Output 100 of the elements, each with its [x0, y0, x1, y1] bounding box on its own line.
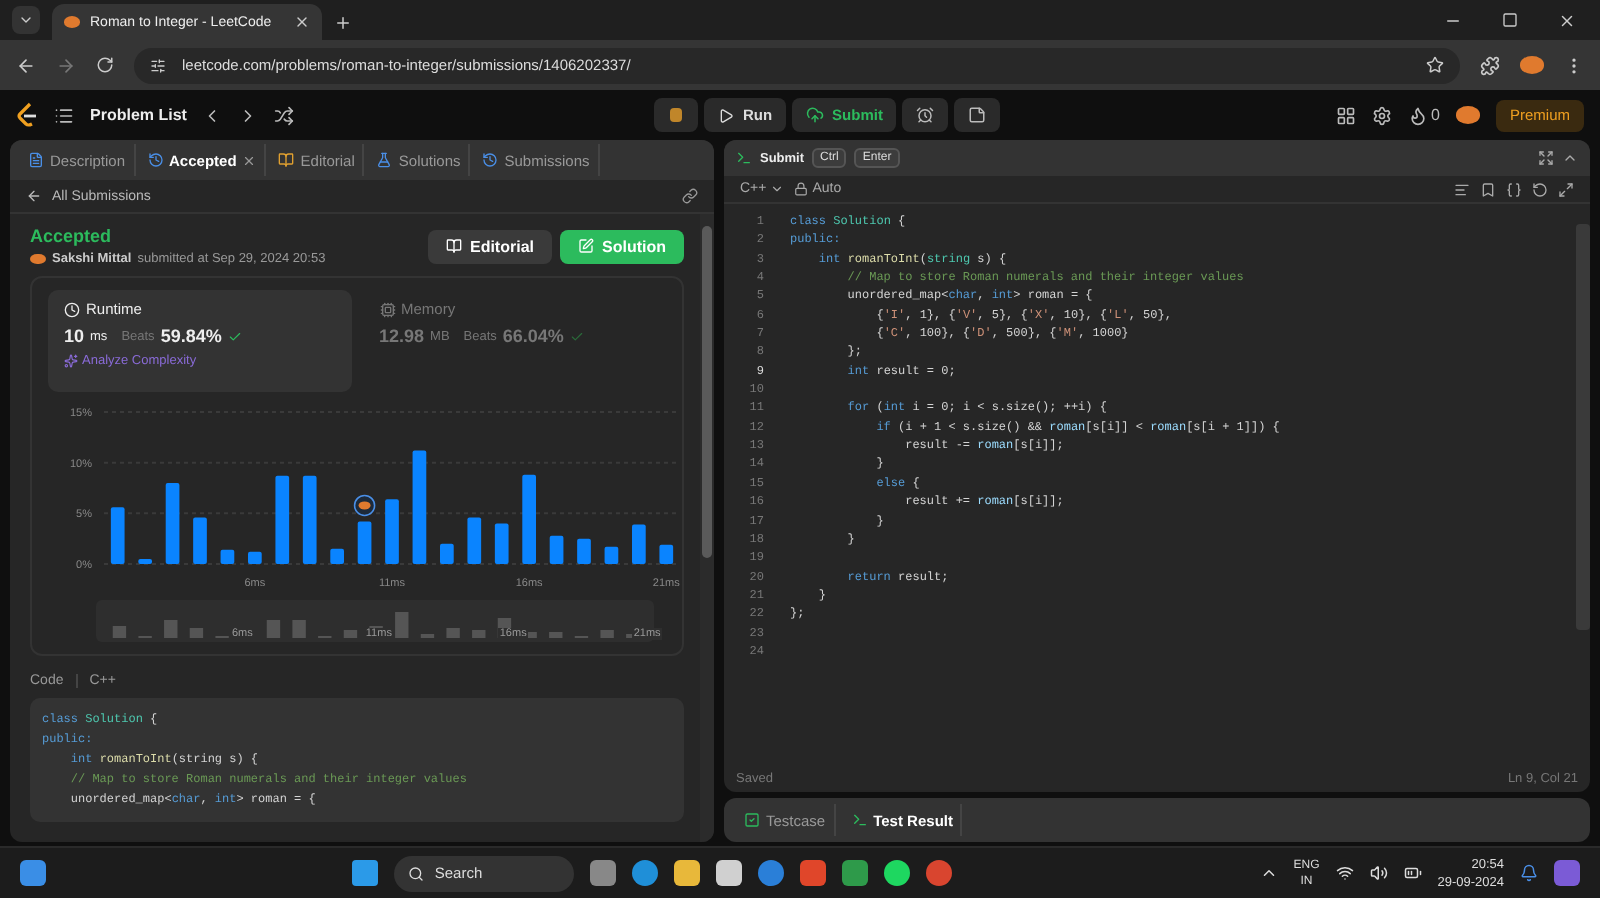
- debug-button[interactable]: [654, 98, 699, 132]
- collapse-icon[interactable]: [1562, 150, 1578, 166]
- reload-icon[interactable]: [96, 56, 114, 74]
- runtime-bar: [522, 474, 536, 564]
- checkbox-icon: [744, 812, 760, 828]
- book-icon: [445, 238, 462, 254]
- notes-button[interactable]: [954, 98, 1001, 132]
- store-icon[interactable]: [716, 860, 743, 886]
- runtime-bar: [330, 548, 344, 564]
- problem-list-link[interactable]: Problem List: [90, 106, 187, 124]
- beats-percent: 59.84%: [160, 326, 222, 346]
- help-app-icon[interactable]: [758, 860, 785, 886]
- runtime-bar: [549, 535, 564, 564]
- shield-app-icon[interactable]: [800, 860, 827, 886]
- user-avatar: [30, 253, 46, 265]
- site-settings-icon: [150, 57, 166, 73]
- chevron-down-icon: [770, 182, 785, 196]
- editorial-button[interactable]: Editorial: [427, 229, 552, 263]
- scrollbar-thumb[interactable]: [702, 226, 712, 559]
- runtime-bar: [302, 475, 317, 564]
- runtime-bar: [659, 544, 674, 564]
- sparkle-icon: [64, 354, 78, 368]
- browser-app-icon[interactable]: [632, 860, 659, 886]
- document-icon: [28, 152, 44, 168]
- clock-icon: [64, 301, 80, 317]
- settings-icon[interactable]: [1371, 105, 1392, 125]
- back-icon[interactable]: [16, 55, 36, 75]
- leetcode-logo[interactable]: [16, 102, 38, 128]
- runtime-bar: [193, 517, 207, 564]
- extensions-icon[interactable]: [1480, 55, 1500, 75]
- format-icon[interactable]: [1454, 181, 1470, 197]
- reset-icon[interactable]: [1532, 181, 1548, 197]
- metric-value: 10: [64, 326, 85, 346]
- bookmark-icon[interactable]: [1480, 181, 1496, 197]
- history-icon: [482, 152, 499, 168]
- fullscreen-icon[interactable]: [1538, 150, 1554, 166]
- forward-icon[interactable]: [56, 55, 76, 75]
- profile-avatar[interactable]: [1520, 56, 1544, 74]
- tab-search-button[interactable]: [12, 6, 40, 34]
- history-icon: [147, 152, 164, 168]
- streak-count: 0: [1431, 106, 1440, 124]
- shuffle-icon[interactable]: [274, 105, 295, 125]
- play-icon: [718, 107, 735, 123]
- battery-icon[interactable]: [1403, 864, 1422, 882]
- scrollbar-thumb[interactable]: [1576, 224, 1590, 629]
- chevron-up-icon[interactable]: [1259, 864, 1278, 882]
- check-icon: [569, 329, 584, 343]
- back-arrow-icon[interactable]: [26, 188, 42, 204]
- runtime-bar: [604, 546, 619, 564]
- beats-percent: 66.04%: [502, 326, 564, 346]
- note-icon: [968, 106, 987, 124]
- chrome-app-icon[interactable]: [926, 860, 953, 886]
- runtime-bar: [412, 450, 427, 564]
- widgets-icon[interactable]: [20, 860, 46, 886]
- close-icon: [242, 153, 257, 167]
- maximize-icon[interactable]: [1502, 12, 1518, 28]
- user-avatar[interactable]: [1455, 106, 1480, 124]
- status-text: Accepted: [30, 226, 114, 246]
- braces-icon[interactable]: [1506, 181, 1522, 197]
- close-icon[interactable]: [294, 14, 310, 30]
- close-icon[interactable]: [1558, 11, 1576, 29]
- bell-icon[interactable]: [1520, 864, 1539, 882]
- list-icon[interactable]: [54, 105, 74, 125]
- flask-icon: [376, 152, 393, 168]
- runtime-bar: [385, 499, 399, 564]
- runtime-bar: [110, 507, 125, 564]
- bookmark-star-icon[interactable]: [1426, 56, 1444, 74]
- runtime-bar: [248, 551, 262, 564]
- runtime-bar: [220, 549, 235, 564]
- link-icon[interactable]: [682, 188, 698, 204]
- flame-icon[interactable]: [1407, 105, 1428, 125]
- volume-icon[interactable]: [1369, 864, 1388, 882]
- copilot-icon[interactable]: [1554, 860, 1581, 886]
- metric-value: 12.98: [379, 326, 425, 346]
- timer-button[interactable]: [902, 98, 949, 132]
- code-icon: [736, 150, 752, 166]
- classroom-app-icon[interactable]: [842, 860, 869, 886]
- runtime-bar: [138, 558, 152, 564]
- cloud-upload-icon: [806, 106, 825, 124]
- runtime-bar: [494, 523, 509, 564]
- start-icon[interactable]: [352, 860, 379, 886]
- runtime-bar: [632, 524, 646, 564]
- edit-icon: [578, 238, 594, 254]
- lock-icon: [794, 182, 809, 196]
- runtime-bar: [467, 517, 482, 564]
- folder-icon[interactable]: [674, 860, 701, 886]
- new-tab-icon[interactable]: [334, 14, 352, 32]
- check-icon: [227, 329, 242, 343]
- runtime-bar: [440, 543, 454, 564]
- music-app-icon[interactable]: [884, 860, 911, 886]
- wifi-icon[interactable]: [1335, 864, 1354, 882]
- site-favicon: [64, 16, 80, 28]
- terminal-icon: [851, 812, 868, 828]
- runtime-bar: [275, 475, 290, 564]
- grid-icon[interactable]: [1335, 105, 1356, 125]
- alarm-clock-icon: [916, 106, 935, 124]
- task-view-icon[interactable]: [590, 860, 617, 886]
- runtime-bar: [357, 521, 372, 564]
- book-icon: [278, 152, 295, 168]
- expand-icon[interactable]: [1558, 181, 1574, 197]
